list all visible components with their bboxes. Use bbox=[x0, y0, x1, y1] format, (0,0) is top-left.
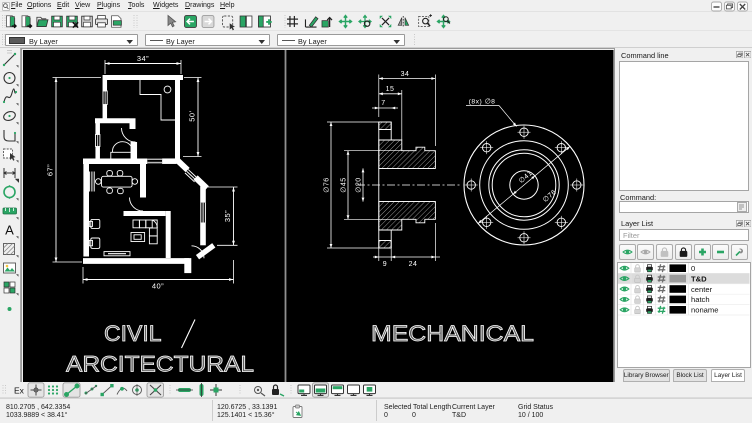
svg-text:∅76: ∅76 bbox=[323, 177, 330, 192]
svg-text:Ex: Ex bbox=[14, 386, 25, 396]
svg-text:T&D: T&D bbox=[691, 274, 707, 283]
svg-text:67”: 67” bbox=[45, 164, 54, 176]
svg-text:9: 9 bbox=[383, 261, 387, 268]
svg-text:40”: 40” bbox=[152, 282, 164, 291]
svg-text:ARCITECTURAL: ARCITECTURAL bbox=[66, 352, 254, 377]
svg-text:35”: 35” bbox=[223, 210, 232, 222]
svg-text:A: A bbox=[5, 223, 14, 238]
svg-text:center: center bbox=[691, 284, 713, 293]
svg-text:∅20: ∅20 bbox=[355, 177, 362, 192]
svg-text:∅45: ∅45 bbox=[340, 177, 347, 192]
svg-text:hatch: hatch bbox=[691, 295, 710, 304]
svg-text:34: 34 bbox=[401, 71, 410, 78]
svg-text:(8x) ∅8: (8x) ∅8 bbox=[469, 99, 496, 106]
svg-text:CIVIL: CIVIL bbox=[104, 321, 162, 346]
svg-text:7: 7 bbox=[381, 100, 385, 107]
svg-text:MECHANICAL: MECHANICAL bbox=[371, 321, 534, 346]
svg-text:15: 15 bbox=[386, 86, 395, 93]
svg-text:50’: 50’ bbox=[188, 110, 197, 122]
svg-text:noname: noname bbox=[691, 305, 718, 314]
svg-text:24: 24 bbox=[409, 261, 418, 268]
svg-text:0: 0 bbox=[691, 264, 695, 273]
svg-text:34”: 34” bbox=[137, 54, 149, 63]
